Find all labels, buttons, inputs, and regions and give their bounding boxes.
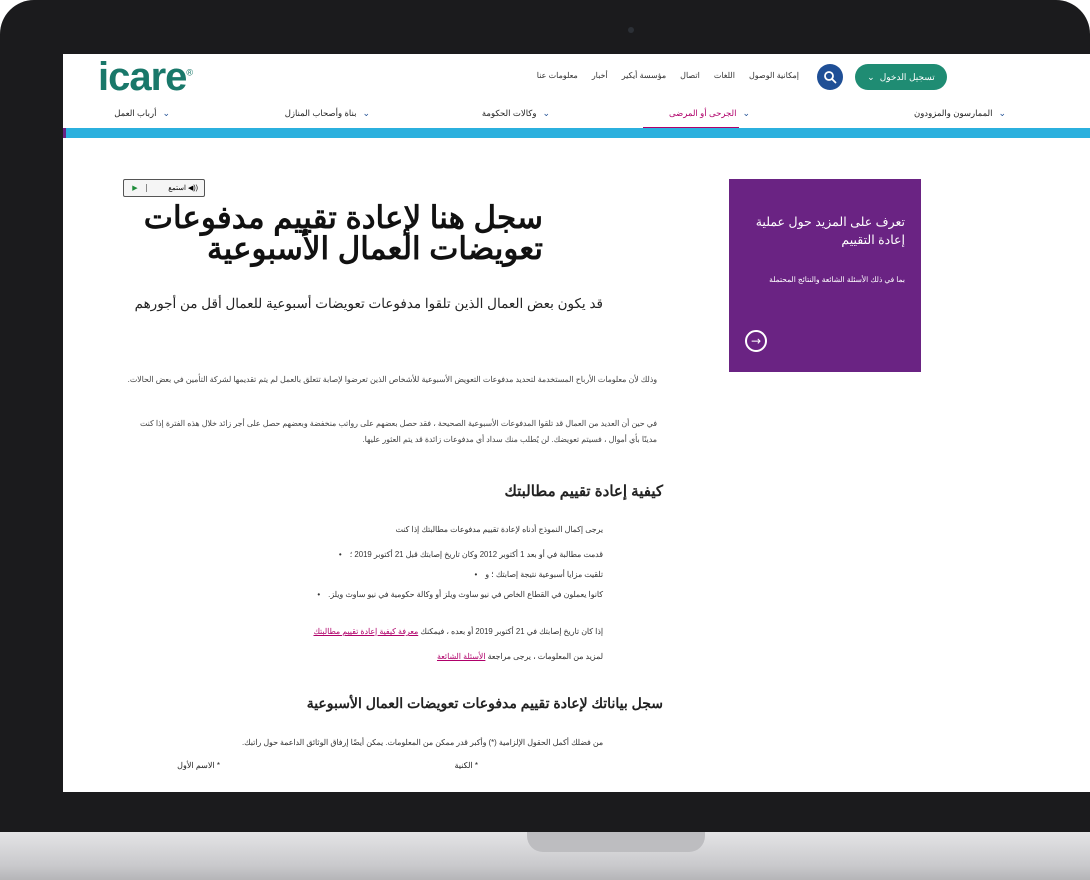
bullet-text: قدمت مطالبة في أو بعد 1 أكتوبر 2012 وكان…	[349, 550, 603, 559]
nav-item-government[interactable]: ⌄ وكالات الحكومة	[482, 108, 550, 119]
top-link-languages[interactable]: اللغات	[714, 71, 735, 80]
arrow-right-icon[interactable]: →	[745, 330, 767, 352]
listen-label: استمع ◀))	[168, 185, 198, 192]
main-nav: ⌄ الممارسون والمزودون ⌄ الجرحى أو المرضى…	[63, 103, 1090, 125]
login-label: تسجيل الدخول	[879, 71, 935, 82]
form-intro: من فضلك أكمل الحقول الإلزامية (*) وأكبر …	[242, 738, 603, 747]
top-link-news[interactable]: أخبار	[592, 71, 608, 80]
chevron-down-icon: ⌄	[362, 108, 370, 118]
header-accent-block	[63, 128, 66, 138]
top-link-accessibility[interactable]: إمكانية الوصول	[749, 71, 799, 80]
firstname-label: * الاسم الأول	[177, 761, 220, 770]
search-icon	[824, 71, 837, 84]
after-oct-line: إذا كان تاريخ إصابتك في 21 أكتوبر 2019 أ…	[123, 627, 603, 636]
utility-nav: إمكانية الوصول اللغات اتصال مؤسسة أيكير …	[463, 71, 799, 80]
webcam	[628, 27, 634, 33]
laptop-chin	[0, 792, 1090, 832]
nav-label: الجرحى أو المرضى	[668, 108, 737, 118]
chevron-down-icon: ⌄	[742, 108, 750, 118]
nav-label: الممارسون والمزودون	[913, 108, 993, 118]
icare-logo[interactable]: icare®	[98, 55, 193, 100]
section-heading-register: سجل بياناتك لإعادة تقييم مدفوعات تعويضات…	[306, 695, 663, 711]
list-item: قدمت مطالبة في أو بعد 1 أكتوبر 2012 وكان…	[123, 550, 603, 559]
nav-item-employers[interactable]: ⌄ أرباب العمل	[114, 108, 170, 119]
reassessment-promo-card[interactable]: تعرف على المزيد حول عملية إعادة التقييم …	[729, 179, 921, 372]
intro-paragraph-1: وذلك لأن معلومات الأرباح المستخدمة لتحدي…	[127, 375, 657, 384]
promo-text: بما في ذلك الأسئلة الشائعة والنتائج المح…	[769, 275, 905, 284]
bullet-icon: •	[317, 590, 321, 599]
top-link-foundation[interactable]: مؤسسة أيكير	[622, 71, 666, 80]
chevron-down-icon: ⌄	[998, 108, 1006, 118]
nav-label: وكالات الحكومة	[481, 108, 537, 118]
section-heading-reassess: كيفية إعادة تقييم مطالبتك	[504, 483, 663, 500]
faq-text: لمزيد من المعلومات ، يرجى مراجعة	[487, 652, 603, 661]
nav-item-builders[interactable]: ⌄ بناة وأصحاب المنازل	[285, 108, 370, 119]
page-subtitle: قد يكون بعض العمال الذين تلقوا مدفوعات ت…	[134, 296, 603, 311]
nav-item-practitioners[interactable]: ⌄ الممارسون والمزودون	[914, 108, 1006, 119]
search-button[interactable]	[817, 64, 843, 90]
header-accent-bar	[63, 128, 1090, 138]
bullet-icon: •	[474, 570, 478, 579]
promo-title: تعرف على المزيد حول عملية إعادة التقييم	[755, 215, 905, 247]
nav-label: أرباب العمل	[114, 108, 157, 118]
intro-paragraph-2: في حين أن العديد من العمال قد تلقوا المد…	[140, 419, 657, 444]
laptop-base-notch	[527, 832, 705, 852]
chevron-down-icon: ⌄	[162, 108, 170, 118]
section-intro: يرجى إكمال النموذج أدناه لإعادة تقييم مد…	[395, 525, 603, 534]
listen-player[interactable]: ▶ استمع ◀))	[123, 179, 205, 197]
browser-screen: icare® تسجيل الدخول ⌄ إمكانية الوصول الل…	[63, 54, 1090, 792]
login-button[interactable]: تسجيل الدخول ⌄	[855, 64, 947, 90]
reassess-link[interactable]: معرفة كيفية إعادة تقييم مطالبتك	[313, 627, 418, 636]
bullet-text: كانوا يعملون في القطاع الخاص في نيو ساوث…	[328, 590, 603, 599]
nav-item-injured[interactable]: ⌄ الجرحى أو المرضى	[669, 108, 750, 119]
bullet-text: تلقيت مزايا أسبوعية نتيجة إصابتك ؛ و	[485, 570, 603, 579]
play-icon[interactable]: ▶	[124, 184, 147, 192]
faq-line: لمزيد من المعلومات ، يرجى مراجعة الأسئلة…	[123, 652, 603, 661]
top-link-contact[interactable]: اتصال	[680, 71, 700, 80]
chevron-down-icon: ⌄	[542, 108, 550, 118]
list-item: تلقيت مزايا أسبوعية نتيجة إصابتك ؛ و •	[123, 570, 603, 579]
chevron-down-icon: ⌄	[867, 71, 875, 82]
page-title: سجل هنا لإعادة تقييم مدفوعات تعويضات الع…	[143, 200, 543, 266]
bullet-list: قدمت مطالبة في أو بعد 1 أكتوبر 2012 وكان…	[123, 550, 603, 599]
nav-label: بناة وأصحاب المنازل	[284, 108, 357, 118]
top-link-about[interactable]: معلومات عنا	[537, 71, 578, 80]
bullet-icon: •	[338, 550, 342, 559]
faq-link[interactable]: الأسئلة الشائعة	[437, 652, 485, 661]
after-oct-text: إذا كان تاريخ إصابتك في 21 أكتوبر 2019 أ…	[420, 627, 603, 636]
surname-label: * الكنية	[454, 761, 478, 770]
list-item: كانوا يعملون في القطاع الخاص في نيو ساوث…	[123, 590, 603, 599]
